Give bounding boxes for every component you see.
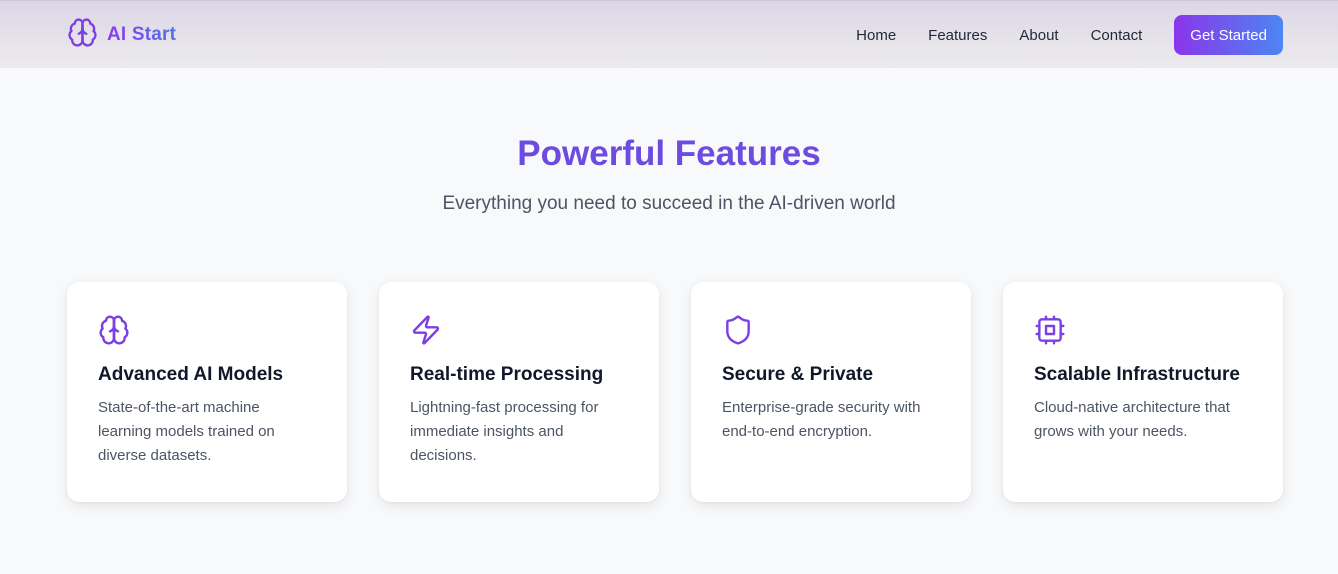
- feature-card-description: Enterprise-grade security with end-to-en…: [722, 399, 921, 440]
- nav-link-features[interactable]: Features: [928, 27, 987, 44]
- brain-icon: [98, 314, 130, 346]
- get-started-button[interactable]: Get Started: [1174, 15, 1283, 55]
- feature-card-title: Real-time Processing: [410, 364, 604, 385]
- feature-card-advanced-ai-models: Advanced AI Models State-of-the-art mach…: [67, 282, 347, 502]
- feature-cards: Advanced AI Models State-of-the-art mach…: [67, 282, 1283, 502]
- feature-card-description: State-of-the-art machine learning models…: [98, 399, 275, 464]
- features-subtitle: Everything you need to succeed in the AI…: [442, 193, 896, 214]
- feature-card-title: Scalable Infrastructure: [1034, 364, 1240, 385]
- nav-link-about[interactable]: About: [1019, 27, 1058, 44]
- feature-card-title: Advanced AI Models: [98, 364, 284, 385]
- navbar: AI Start Home Features About Contact Get…: [0, 0, 1338, 68]
- feature-card-description: Lightning-fast processing for immediate …: [410, 399, 599, 464]
- feature-card-secure-private: Secure & Private Enterprise-grade securi…: [691, 282, 971, 502]
- shield-icon: [722, 314, 754, 346]
- feature-card-scalable-infrastructure: Scalable Infrastructure Cloud-native arc…: [1003, 282, 1283, 502]
- cpu-chip-icon: [1034, 314, 1066, 346]
- features-title: Powerful Features: [517, 134, 821, 173]
- brain-icon: [67, 17, 98, 53]
- feature-card-real-time-processing: Real-time Processing Lightning-fast proc…: [379, 282, 659, 502]
- feature-card-description: Cloud-native architecture that grows wit…: [1034, 399, 1230, 440]
- brand-name: AI Start: [107, 24, 177, 45]
- nav-link-home[interactable]: Home: [856, 27, 896, 44]
- brand-logo-link[interactable]: AI Start: [67, 18, 176, 52]
- nav-link-contact[interactable]: Contact: [1091, 27, 1143, 44]
- feature-card-title: Secure & Private: [722, 364, 874, 385]
- lightning-bolt-icon: [410, 314, 442, 346]
- nav-links: Home Features About Contact Get Started: [856, 15, 1338, 55]
